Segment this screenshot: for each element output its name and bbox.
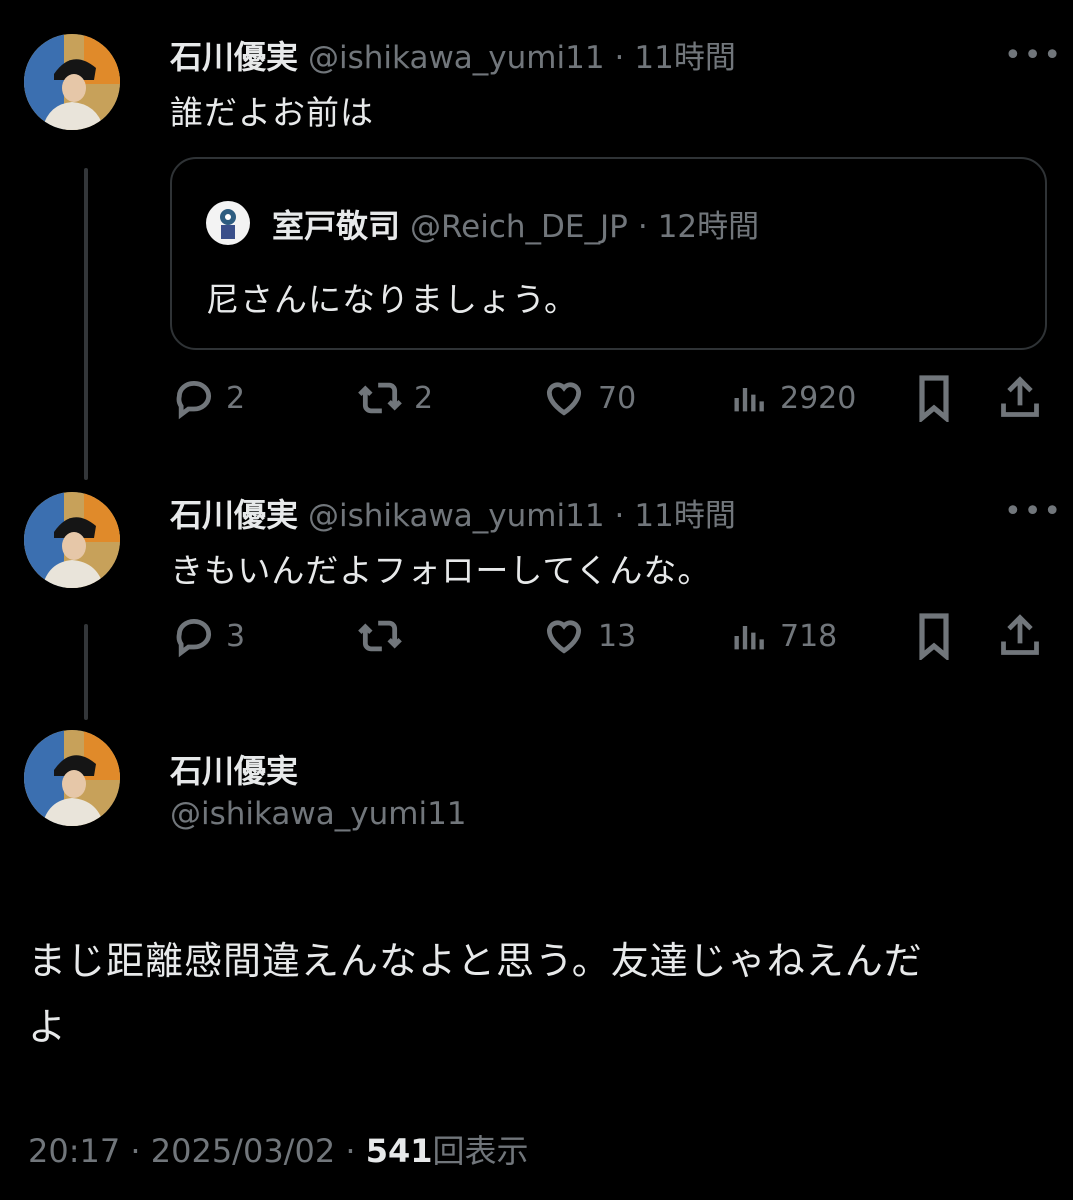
thread-line xyxy=(84,168,88,480)
author-handle[interactable]: @ishikawa_yumi11 xyxy=(308,40,605,76)
thread-line xyxy=(84,624,88,720)
quote-time: 12時間 xyxy=(657,209,760,245)
views-icon xyxy=(734,626,764,650)
retweet-icon xyxy=(358,620,402,652)
author-name[interactable]: 石川優実 xyxy=(170,32,298,78)
main-tweet-text-line1: まじ距離感間違えんなよと思う。友達じゃねえんだ xyxy=(28,939,923,983)
bookmark-icon xyxy=(919,613,949,660)
avatar[interactable] xyxy=(24,34,120,130)
views-count: 2920 xyxy=(780,380,857,416)
quote-text: 尼さんになりましょう。 xyxy=(206,280,579,319)
tweet-time[interactable]: 11時間 xyxy=(634,490,735,535)
more-options-button[interactable]: ••• xyxy=(1004,494,1063,529)
author-name[interactable]: 石川優実 xyxy=(170,490,298,536)
views-count: 718 xyxy=(780,618,838,654)
retweet-button[interactable] xyxy=(356,614,414,658)
more-options-button[interactable]: ••• xyxy=(1004,38,1063,73)
separator: · xyxy=(614,40,625,76)
views-label: 回表示 xyxy=(432,1132,529,1170)
avatar[interactable] xyxy=(24,492,120,588)
bookmark-button[interactable] xyxy=(914,612,954,660)
bookmark-button[interactable] xyxy=(914,374,954,422)
tweet-meta: 20:17 · 2025/03/02 · 541回表示 xyxy=(28,1126,529,1172)
reply-icon xyxy=(176,380,212,420)
share-button[interactable] xyxy=(998,612,1042,660)
author-name[interactable]: 石川優実 xyxy=(170,746,298,792)
quote-author-name: 室戸敬司 xyxy=(272,207,401,245)
tweet-text: 誰だよお前は xyxy=(170,93,374,132)
reply-count: 2 xyxy=(226,380,246,416)
separator: · xyxy=(614,498,625,534)
retweet-count: 2 xyxy=(414,380,434,416)
tweet-header: 石川優実 @ishikawa_yumi11 · 11時間 xyxy=(170,490,736,536)
tweet-time[interactable]: 11時間 xyxy=(634,32,735,77)
quote-header: 室戸敬司 @Reich_DE_JP · 12時間 xyxy=(272,201,759,247)
heart-icon xyxy=(546,382,582,416)
like-button[interactable]: 13 xyxy=(540,614,636,658)
bookmark-icon xyxy=(919,375,949,422)
views-icon xyxy=(734,388,764,412)
author-handle[interactable]: @ishikawa_yumi11 xyxy=(308,498,605,534)
tweet-text: きもいんだよフォローしてくんな。 xyxy=(170,551,712,590)
views-button[interactable]: 718 xyxy=(730,614,837,658)
reply-button[interactable]: 3 xyxy=(172,614,245,658)
like-count: 70 xyxy=(598,380,637,416)
heart-icon xyxy=(546,620,582,654)
like-count: 13 xyxy=(598,618,637,654)
tweet-header: 石川優実 @ishikawa_yumi11 · 11時間 xyxy=(170,32,736,78)
views-button[interactable]: 2920 xyxy=(730,376,856,420)
like-button[interactable]: 70 xyxy=(540,376,636,420)
author-handle[interactable]: @ishikawa_yumi11 xyxy=(170,796,467,832)
quote-avatar xyxy=(206,201,250,245)
reply-count: 3 xyxy=(226,618,246,654)
tweet-date[interactable]: 2025/03/02 xyxy=(151,1132,335,1170)
quote-author-handle: @Reich_DE_JP xyxy=(410,209,628,245)
views-total: 541 xyxy=(365,1132,433,1170)
share-icon xyxy=(1001,376,1039,417)
separator: · xyxy=(637,209,648,245)
quoted-tweet[interactable]: 室戸敬司 @Reich_DE_JP · 12時間 尼さんになりましょう。 xyxy=(170,157,1047,350)
reply-button[interactable]: 2 xyxy=(172,376,245,420)
separator: · xyxy=(345,1132,356,1170)
tweet-timestamp[interactable]: 20:17 xyxy=(28,1132,120,1170)
reply-icon xyxy=(176,618,212,658)
retweet-button[interactable]: 2 xyxy=(356,376,433,420)
avatar[interactable] xyxy=(24,730,120,826)
retweet-icon xyxy=(358,382,402,414)
main-tweet-text-line2: よ xyxy=(28,1005,68,1049)
share-button[interactable] xyxy=(998,374,1042,422)
share-icon xyxy=(1001,614,1039,655)
separator: · xyxy=(130,1132,141,1170)
